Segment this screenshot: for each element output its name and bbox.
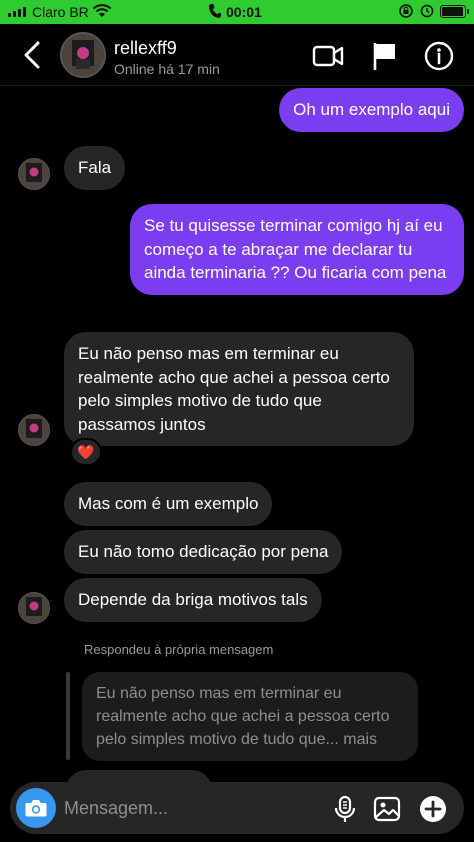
incoming-message[interactable]: Fala	[64, 146, 126, 190]
lock-rotation-icon	[399, 4, 413, 18]
video-call-icon[interactable]	[312, 40, 344, 72]
status-time: 00:01	[226, 4, 262, 20]
microphone-icon[interactable]	[330, 794, 360, 824]
status-bar: Claro BR 00:01	[0, 0, 474, 24]
incoming-message[interactable]: Depende da briga motivos tals	[64, 578, 322, 622]
alarm-icon	[420, 4, 434, 18]
incoming-message[interactable]: Mas com é um exemplo	[64, 482, 273, 526]
outgoing-message[interactable]: Oh um exemplo aqui	[279, 88, 464, 132]
info-icon[interactable]	[423, 40, 455, 72]
contact-avatar[interactable]	[60, 32, 106, 78]
incoming-message[interactable]: Eu não tomo dedicação por pena	[64, 530, 343, 574]
quoted-message[interactable]: Eu não penso mas em terminar eu realment…	[82, 672, 418, 761]
gallery-icon[interactable]	[372, 794, 402, 824]
presence-status: Online há 17 min	[114, 61, 220, 77]
back-icon[interactable]	[18, 40, 46, 70]
heart-reaction[interactable]: ❤️	[70, 438, 102, 466]
signal-icon	[8, 7, 26, 17]
contact-avatar-small[interactable]	[18, 592, 50, 624]
chat-header: rellexff9 Online há 17 min	[0, 24, 474, 86]
reply-indicator-bar	[66, 672, 70, 760]
message-composer	[10, 782, 464, 834]
incoming-message[interactable]: Eu não penso mas em terminar eu realment…	[64, 332, 414, 446]
message-thread[interactable]: Oh um exemplo aqui Fala Se tu quisesse t…	[0, 86, 474, 790]
reply-note: Respondeu à própria mensagem	[84, 642, 274, 657]
battery-icon	[440, 4, 469, 18]
phone-icon	[209, 4, 221, 18]
add-icon[interactable]	[418, 794, 448, 824]
contact-avatar-small[interactable]	[18, 158, 50, 190]
camera-icon	[25, 800, 47, 817]
contact-username[interactable]: rellexff9	[114, 38, 177, 59]
wifi-icon	[92, 4, 112, 17]
outgoing-message[interactable]: Se tu quisesse terminar comigo hj aí eu …	[130, 204, 464, 295]
carrier-name: Claro BR	[32, 4, 89, 20]
contact-avatar-small[interactable]	[18, 414, 50, 446]
camera-button[interactable]	[16, 788, 56, 828]
flag-icon[interactable]	[369, 40, 401, 72]
message-input[interactable]	[64, 796, 264, 820]
